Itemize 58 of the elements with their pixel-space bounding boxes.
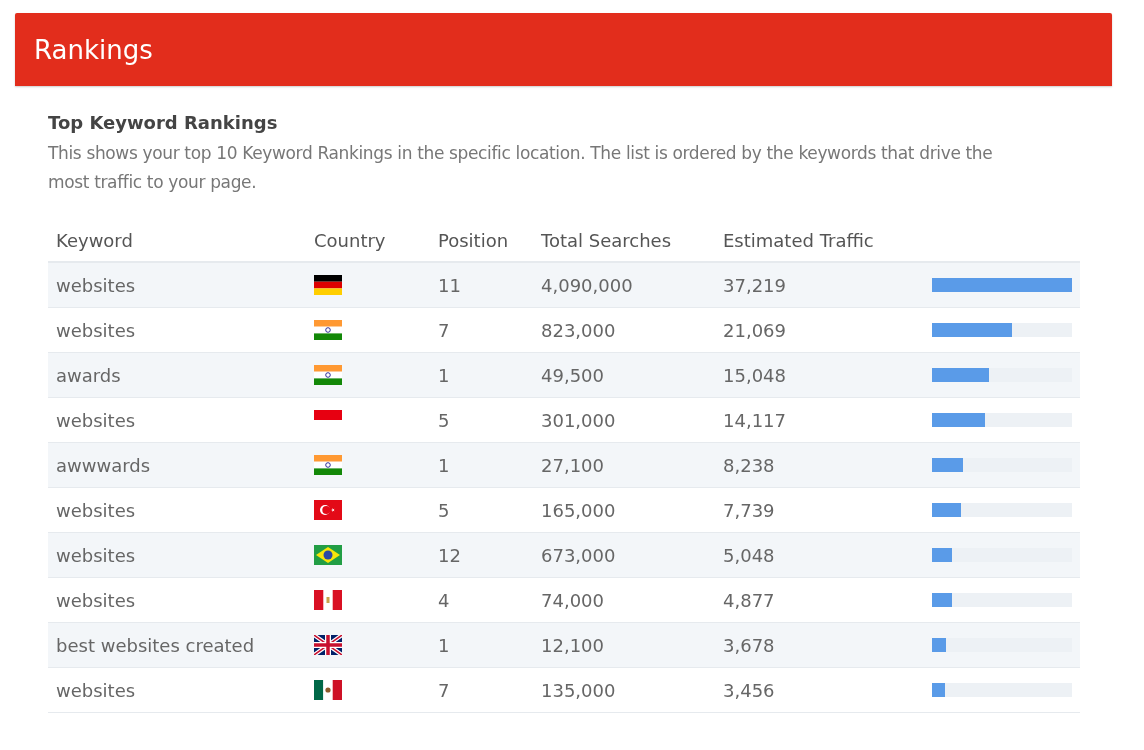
position-cell: 12	[438, 544, 461, 566]
column-header: Total Searches	[541, 229, 672, 251]
searches-cell: 301,000	[541, 409, 616, 431]
traffic-cell: 7,739	[723, 499, 775, 521]
position-cell: 7	[438, 679, 450, 701]
traffic-cell: 14,117	[723, 409, 786, 431]
flag-icon	[314, 275, 342, 295]
traffic-cell: 21,069	[723, 319, 786, 341]
traffic-cell: 15,048	[723, 364, 786, 386]
position-cell: 11	[438, 274, 461, 296]
flag-icon	[314, 500, 342, 520]
searches-cell: 74,000	[541, 589, 604, 611]
searches-cell: 4,090,000	[541, 274, 633, 296]
traffic-cell: 4,877	[723, 589, 775, 611]
position-cell: 4	[438, 589, 450, 611]
keyword-cell: websites	[56, 319, 136, 341]
traffic-cell: 3,456	[723, 679, 775, 701]
traffic-cell: 37,219	[723, 274, 786, 296]
flag-icon	[314, 320, 342, 340]
searches-cell: 823,000	[541, 319, 616, 341]
traffic-cell: 5,048	[723, 544, 775, 566]
flag-icon	[314, 365, 342, 385]
flag-icon	[314, 410, 342, 420]
flag-icon	[314, 680, 342, 700]
position-cell: 1	[438, 364, 450, 386]
searches-cell: 27,100	[541, 454, 604, 476]
keyword-cell: websites	[56, 589, 136, 611]
position-cell: 1	[438, 634, 450, 656]
keyword-cell: awwwards	[56, 454, 151, 476]
searches-cell: 49,500	[541, 364, 604, 386]
position-cell: 1	[438, 454, 450, 476]
column-header: Estimated Traffic	[723, 229, 874, 251]
column-header: Position	[438, 229, 509, 251]
flag-icon	[314, 635, 342, 655]
traffic-cell: 8,238	[723, 454, 775, 476]
searches-cell: 673,000	[541, 544, 616, 566]
searches-cell: 165,000	[541, 499, 616, 521]
section-description: This shows your top 10 Keyword Rankings in the specific location. The list is ordered by the keywords that drive the most traffic to your page.	[48, 142, 993, 194]
keyword-cell: websites	[56, 274, 136, 296]
keyword-cell: best websites created	[56, 634, 255, 656]
keyword-cell: websites	[56, 544, 136, 566]
traffic-cell: 3,678	[723, 634, 775, 656]
flag-icon	[314, 545, 342, 565]
header-title: Rankings	[34, 34, 153, 65]
flag-icon	[314, 455, 342, 475]
position-cell: 5	[438, 499, 450, 521]
keyword-cell: websites	[56, 409, 136, 431]
position-cell: 5	[438, 409, 450, 431]
keyword-cell: awards	[56, 364, 121, 386]
column-header: Keyword	[56, 229, 133, 251]
keyword-cell: websites	[56, 499, 136, 521]
flag-icon	[314, 590, 342, 610]
position-cell: 7	[438, 319, 450, 341]
column-header: Country	[314, 229, 386, 251]
keyword-cell: websites	[56, 679, 136, 701]
searches-cell: 135,000	[541, 679, 616, 701]
searches-cell: 12,100	[541, 634, 604, 656]
section-title: Top Keyword Rankings	[48, 112, 279, 133]
